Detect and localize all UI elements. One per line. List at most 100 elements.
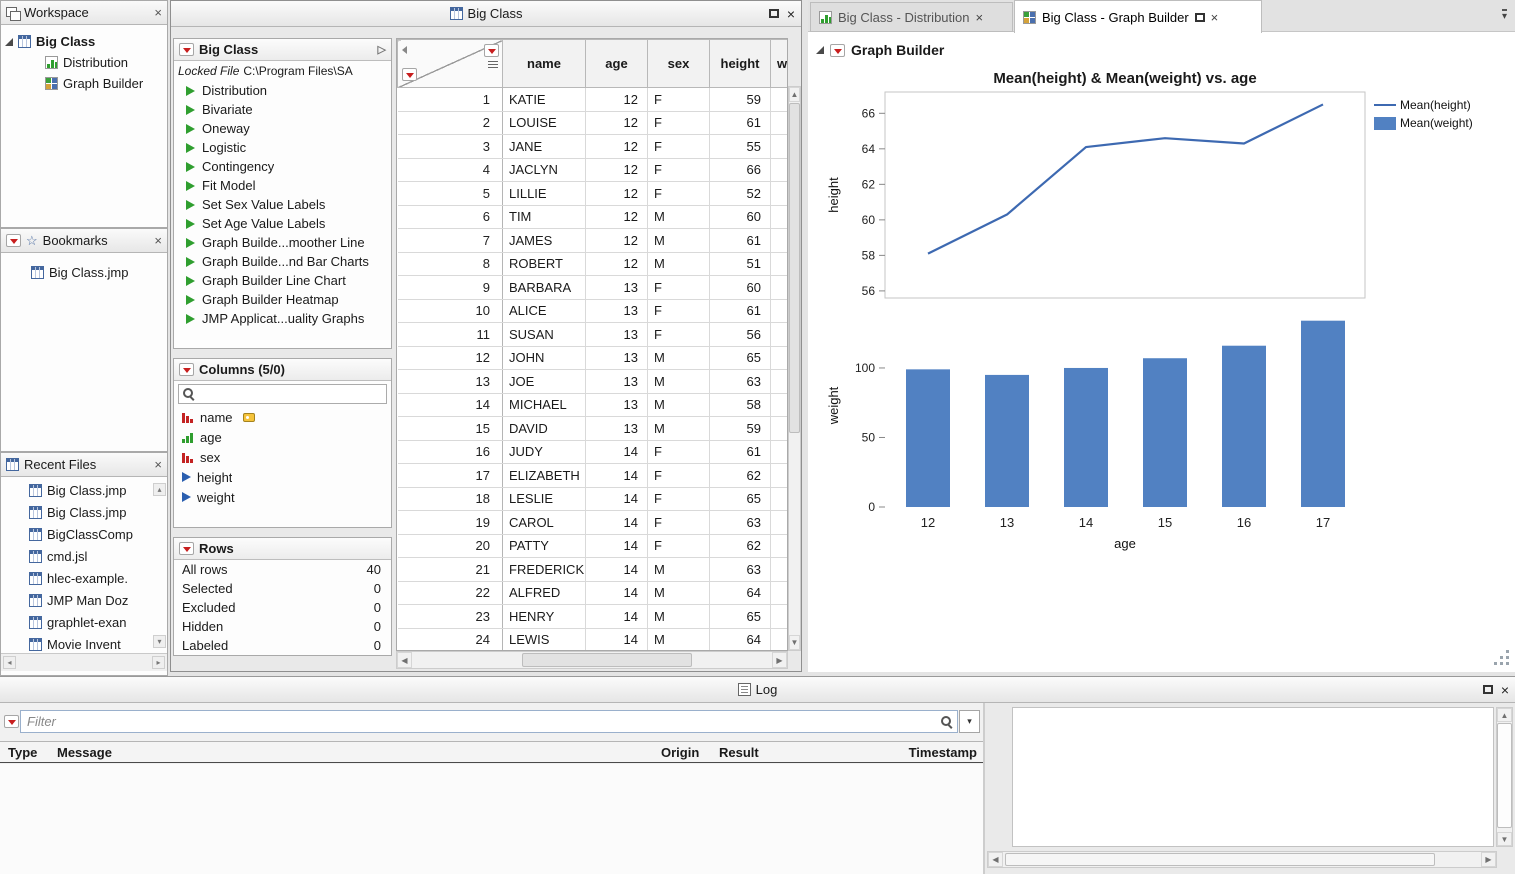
tab-graph-builder[interactable]: Big Class - Graph Builder ×	[1014, 0, 1262, 33]
table-script[interactable]: Graph Builde...nd Bar Charts	[174, 252, 391, 271]
table-script[interactable]: JMP Applicat...uality Graphs	[174, 309, 391, 328]
table-script[interactable]: Graph Builder Line Chart	[174, 271, 391, 290]
grid-row[interactable]: 21FREDERICK14M63	[398, 558, 789, 582]
log-col-message[interactable]: Message	[57, 745, 112, 760]
log-col-timestamp[interactable]: Timestamp	[909, 745, 977, 760]
grid-row[interactable]: 3JANE12F55	[398, 135, 789, 159]
grid-vscrollbar[interactable]: ▲ ▼	[788, 86, 801, 651]
column-item-height[interactable]: height	[174, 467, 391, 487]
red-triangle-icon[interactable]	[402, 68, 417, 81]
close-icon[interactable]: ×	[787, 7, 795, 21]
maximize-icon[interactable]	[769, 9, 779, 18]
log-col-type[interactable]: Type	[8, 745, 37, 760]
scroll-up-icon[interactable]: ▴	[153, 483, 166, 496]
table-script[interactable]: Set Sex Value Labels	[174, 195, 391, 214]
columns-search-box[interactable]	[178, 384, 387, 404]
rows-stat[interactable]: Labeled 0	[174, 636, 391, 655]
recent-file-item[interactable]: graphlet-exan	[1, 611, 169, 633]
grid-row[interactable]: 22ALFRED14M64	[398, 581, 789, 605]
bookmark-item[interactable]: Big Class.jmp	[1, 261, 167, 283]
column-item-sex[interactable]: sex	[174, 447, 391, 467]
table-script[interactable]: Set Age Value Labels	[174, 214, 391, 233]
grid-row[interactable]: 20PATTY14F62	[398, 534, 789, 558]
grid-col-height[interactable]: height	[710, 40, 771, 88]
vscroll-thumb[interactable]	[789, 103, 800, 433]
table-script[interactable]: Contingency	[174, 157, 391, 176]
grid-row[interactable]: 9BARBARA13F60	[398, 276, 789, 300]
close-tab-icon[interactable]: ×	[1211, 10, 1219, 25]
column-filter-icon[interactable]	[488, 61, 498, 69]
close-icon[interactable]: ×	[154, 5, 162, 20]
grid-row[interactable]: 19CAROL14F63	[398, 511, 789, 535]
grid-row[interactable]: 14MICHAEL13M58	[398, 393, 789, 417]
scroll-left-icon[interactable]: ◀	[397, 652, 412, 668]
hscroll-thumb[interactable]	[522, 653, 692, 667]
table-script[interactable]: Fit Model	[174, 176, 391, 195]
table-script[interactable]: Distribution	[174, 81, 391, 100]
log-hscrollbar[interactable]: ◀ ▶	[987, 851, 1497, 868]
rows-stat[interactable]: All rows 40	[174, 560, 391, 579]
log-titlebar[interactable]: Log ×	[0, 677, 1515, 703]
log-vscrollbar[interactable]: ▲ ▼	[1496, 707, 1513, 847]
grid-row[interactable]: 12JOHN13M65	[398, 346, 789, 370]
grid-row[interactable]: 16JUDY14F61	[398, 440, 789, 464]
close-icon[interactable]: ×	[154, 457, 162, 472]
red-triangle-icon[interactable]	[6, 234, 21, 247]
rows-stat[interactable]: Selected 0	[174, 579, 391, 598]
vscroll-thumb[interactable]	[1497, 723, 1512, 828]
scroll-up-icon[interactable]: ▲	[789, 87, 800, 102]
workspace-root-item[interactable]: Big Class	[1, 31, 167, 52]
tab-list-icon[interactable]: ▾	[1502, 9, 1507, 22]
grid-col-age[interactable]: age	[586, 40, 648, 88]
recent-file-item[interactable]: hlec-example.	[1, 567, 169, 589]
rows-stat[interactable]: Excluded 0	[174, 598, 391, 617]
collapse-left-icon[interactable]	[402, 46, 407, 54]
search-icon[interactable]	[941, 716, 953, 728]
maximize-icon[interactable]	[1483, 685, 1493, 694]
grid-row[interactable]: 23HENRY14M65	[398, 605, 789, 629]
log-text-area[interactable]	[1012, 707, 1494, 847]
red-triangle-icon[interactable]	[484, 44, 499, 57]
grid-row[interactable]: 15DAVID13M59	[398, 417, 789, 441]
log-col-result[interactable]: Result	[719, 745, 759, 760]
grid-col-name[interactable]: name	[503, 40, 586, 88]
scroll-up-icon[interactable]: ▲	[1497, 708, 1512, 722]
red-triangle-icon[interactable]	[4, 715, 19, 728]
close-tab-icon[interactable]: ×	[976, 10, 984, 25]
scroll-down-icon[interactable]: ▾	[153, 635, 166, 648]
grid-row[interactable]: 17ELIZABETH14F62	[398, 464, 789, 488]
grid-col-w[interactable]: w	[771, 40, 789, 88]
tab-distribution[interactable]: Big Class - Distribution ×	[810, 2, 1013, 32]
scroll-left-icon[interactable]: ◀	[988, 852, 1003, 867]
grid-row[interactable]: 4JACLYN12F66	[398, 158, 789, 182]
table-script[interactable]: Logistic	[174, 138, 391, 157]
recent-file-item[interactable]: BigClassComp	[1, 523, 169, 545]
grid-corner[interactable]	[398, 40, 503, 88]
scroll-down-icon[interactable]: ▼	[789, 635, 800, 650]
red-triangle-icon[interactable]	[179, 43, 194, 56]
workspace-item[interactable]: Graph Builder	[1, 73, 167, 94]
sidebar-hscrollbar[interactable]: ◂ ▸	[1, 653, 167, 671]
grid-row[interactable]: 6TIM12M60	[398, 205, 789, 229]
grid-row[interactable]: 18LESLIE14F65	[398, 487, 789, 511]
expand-triangle-icon[interactable]	[5, 38, 13, 46]
grid-row[interactable]: 1KATIE12F59	[398, 88, 789, 112]
grid-row[interactable]: 8ROBERT12M51	[398, 252, 789, 276]
table-script[interactable]: Graph Builder Heatmap	[174, 290, 391, 309]
filter-dropdown-button[interactable]: ▾	[959, 710, 980, 733]
table-script[interactable]: Bivariate	[174, 100, 391, 119]
grid-hscrollbar[interactable]: ◀ ▶	[396, 651, 788, 669]
grid-col-sex[interactable]: sex	[648, 40, 710, 88]
scroll-left-icon[interactable]: ◂	[3, 656, 16, 669]
red-triangle-icon[interactable]	[179, 542, 194, 555]
recent-file-item[interactable]: Big Class.jmp	[1, 479, 169, 501]
scroll-right-icon[interactable]: ▶	[1481, 852, 1496, 867]
grid-row[interactable]: 13JOE13M63	[398, 370, 789, 394]
scroll-right-icon[interactable]: ▸	[152, 656, 165, 669]
close-icon[interactable]: ×	[154, 233, 162, 248]
data-window-titlebar[interactable]: Big Class ×	[171, 1, 801, 27]
log-col-origin[interactable]: Origin	[661, 745, 699, 760]
grid-row[interactable]: 2LOUISE12F61	[398, 111, 789, 135]
rows-stat[interactable]: Hidden 0	[174, 617, 391, 636]
scroll-right-icon[interactable]: ▶	[772, 652, 787, 668]
